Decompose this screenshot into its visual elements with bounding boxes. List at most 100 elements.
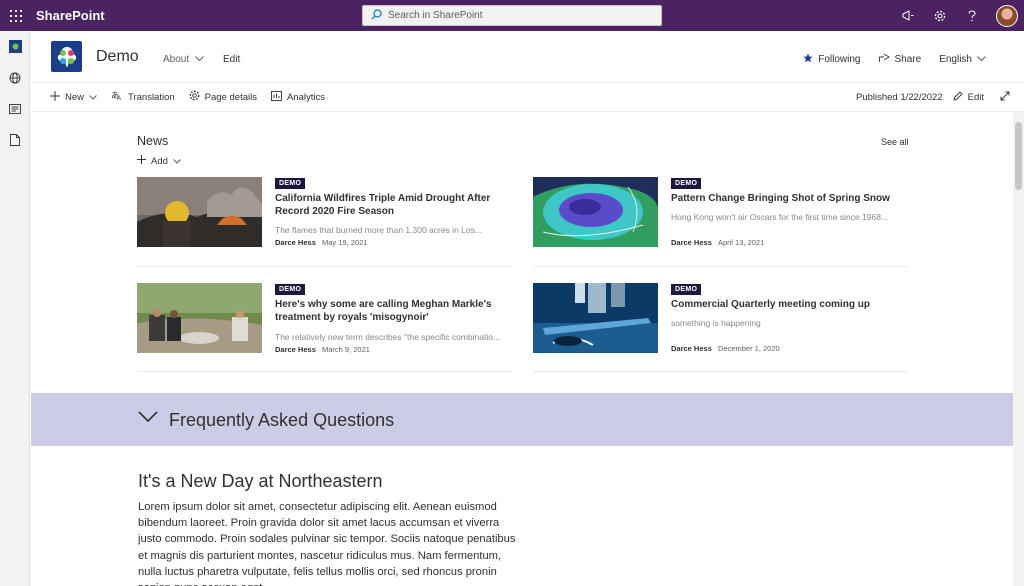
nav-about[interactable]: About [163,54,204,65]
site-header: Demo About Edit Following Share English [31,31,1024,83]
help-icon[interactable] [956,0,988,31]
analytics-icon [271,90,282,104]
translation-button[interactable]: あA Translation [111,90,175,104]
search-box[interactable]: Search in SharePoint [362,5,662,26]
new-button[interactable]: New [50,90,97,104]
news-author: Darce Hess [275,345,316,354]
news-author: Darce Hess [671,344,712,353]
article-heading: It's a New Day at Northeastern [138,471,383,491]
news-icon[interactable] [0,93,30,124]
star-icon [803,53,813,66]
plus-icon [50,90,60,104]
vertical-scrollbar[interactable] [1013,112,1024,586]
news-card[interactable]: DEMO Here's why some are calling Meghan … [137,283,512,363]
news-meta: Darce Hess December 1, 2020 [671,344,780,353]
news-description: Hong Kong won't air Oscars for the first… [671,212,889,222]
pencil-icon [953,91,963,104]
add-news-label: Add [151,155,168,167]
site-title[interactable]: Demo [96,48,139,66]
page-details-label: Page details [204,91,257,103]
news-thumbnail-wildfire[interactable] [137,177,262,247]
news-thumbnail-microscope[interactable] [533,283,658,353]
news-thumbnail-interview[interactable] [137,283,262,353]
chevron-down-icon [89,92,97,103]
plus-icon [137,155,146,167]
add-news-button[interactable]: Add [137,155,181,167]
expand-icon[interactable] [1000,91,1010,104]
news-meta: Darce Hess April 13, 2021 [671,238,764,247]
analytics-label: Analytics [286,91,325,103]
see-all-link[interactable]: See all [881,137,909,147]
new-label: New [65,91,85,103]
chevron-down-icon [195,54,204,65]
analytics-button[interactable]: Analytics [271,90,325,104]
news-meta: Darce Hess May 19, 2021 [275,238,367,247]
svg-text:A: A [117,96,121,101]
news-card[interactable]: DEMO California Wildfires Triple Amid Dr… [137,177,512,257]
news-title[interactable]: California Wildfires Triple Amid Drought… [275,192,505,218]
scrollbar-thumb[interactable] [1015,122,1022,190]
news-meta: Darce Hess March 9, 2021 [275,345,370,354]
share-label: Share [894,54,922,65]
news-description: The flames that burned more than 1,300 a… [275,225,482,235]
news-date: April 13, 2021 [717,238,765,247]
command-bar: New あA Translation Page details Analytic… [31,83,1024,112]
waffle-icon[interactable] [0,0,31,31]
chevron-down-icon[interactable] [138,410,158,428]
edit-page-label: Edit [967,92,984,103]
news-thumbnail-weather-map[interactable] [533,177,658,247]
site-logo-icon[interactable] [0,31,30,62]
language-selector[interactable]: English [939,54,986,65]
news-title[interactable]: Commercial Quarterly meeting coming up [671,298,901,311]
chevron-down-icon [977,54,986,65]
share-button[interactable]: Share [878,53,922,66]
language-label: English [939,54,972,65]
translation-label: Translation [128,91,175,103]
news-heading: News [137,134,169,148]
translation-icon: あA [111,90,123,104]
chevron-down-icon [173,156,181,167]
news-tag: DEMO [275,284,306,295]
card-divider [137,371,512,372]
avatar[interactable] [996,4,1018,27]
edit-page-button[interactable]: Edit [953,91,984,104]
megaphone-icon[interactable] [892,0,924,31]
news-date: March 9, 2021 [321,345,370,354]
following-label: Following [818,54,861,65]
gear-icon [189,90,200,104]
card-divider [137,266,512,267]
news-author: Darce Hess [275,238,316,247]
app-name[interactable]: SharePoint [36,8,105,23]
news-date: December 1, 2020 [717,344,780,353]
news-date: May 19, 2021 [321,238,368,247]
news-tag: DEMO [671,178,702,189]
page-details-button[interactable]: Page details [189,90,257,104]
news-tag: DEMO [275,178,306,189]
search-icon [371,7,382,25]
site-logo[interactable] [51,41,82,72]
following-button[interactable]: Following [803,53,861,66]
card-divider [533,371,908,372]
news-author: Darce Hess [671,238,712,247]
card-divider [533,266,908,267]
app-bar [0,31,30,586]
faq-heading[interactable]: Frequently Asked Questions [169,410,394,431]
news-tag: DEMO [671,284,702,295]
document-icon[interactable] [0,124,30,155]
news-description: something is happening [671,318,761,328]
globe-icon[interactable] [0,62,30,93]
news-card[interactable]: DEMO Commercial Quarterly meeting coming… [533,283,908,363]
published-status: Published 1/22/2022 [855,92,943,103]
news-description: The relatively new term describes "the s… [275,332,501,342]
article-body: Lorem ipsum dolor sit amet, consectetur … [138,501,516,586]
news-title[interactable]: Pattern Change Bringing Shot of Spring S… [671,192,901,205]
faq-collapsible-section[interactable]: Frequently Asked Questions [31,393,1013,446]
gear-icon[interactable] [924,0,956,31]
share-icon [878,53,890,66]
suite-bar: SharePoint Search in SharePoint [0,0,1024,31]
news-card[interactable]: DEMO Pattern Change Bringing Shot of Spr… [533,177,908,257]
nav-about-label: About [163,54,190,65]
search-input[interactable]: Search in SharePoint [388,10,483,21]
news-title[interactable]: Here's why some are calling Meghan Markl… [275,298,505,324]
nav-edit-link[interactable]: Edit [223,54,240,65]
